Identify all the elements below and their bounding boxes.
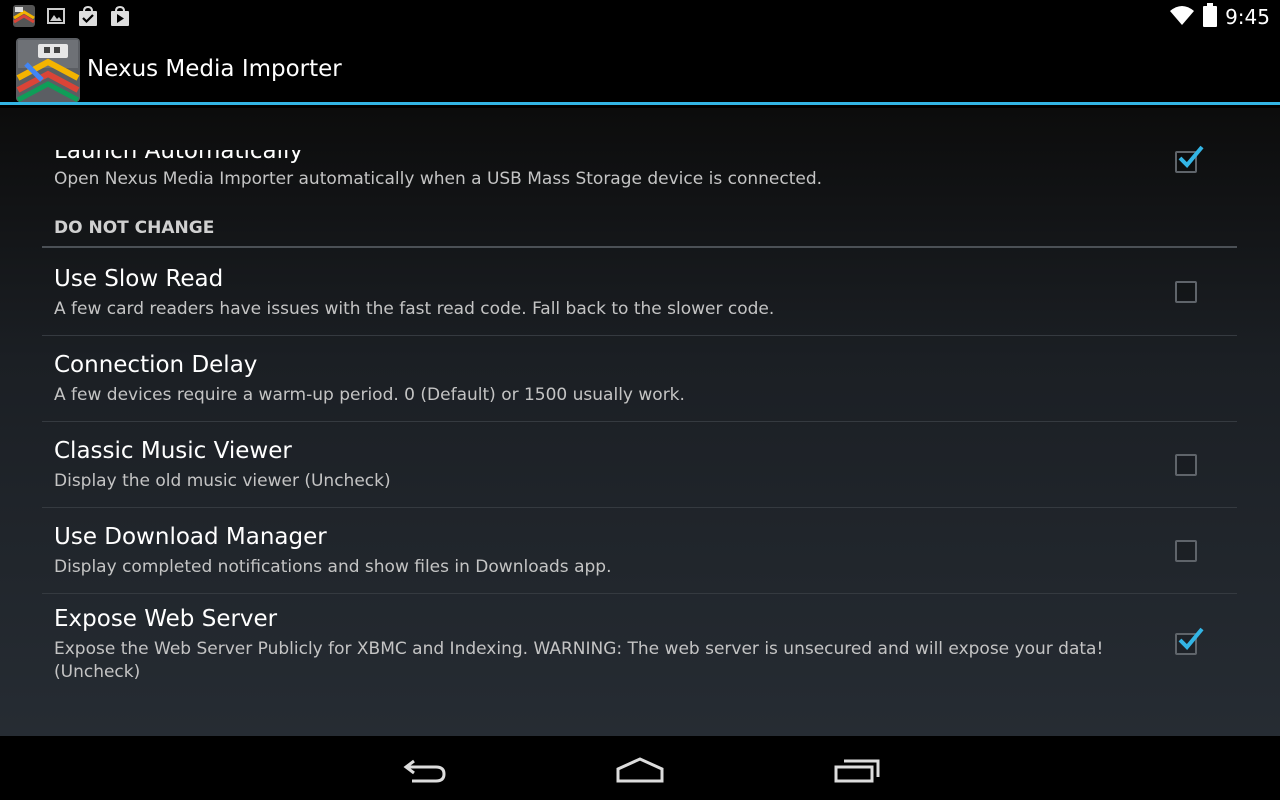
pref-summary: Expose the Web Server Publicly for XBMC … (54, 639, 1104, 682)
pref-title: Use Slow Read (54, 266, 224, 292)
pref-title: Launch Automatically (54, 138, 304, 164)
pref-title: Connection Delay (54, 352, 258, 378)
pref-use-slow-read[interactable]: Use Slow Read A few card readers have is… (42, 248, 1237, 336)
pref-title: Use Download Manager (54, 524, 327, 550)
play-store-icon[interactable] (108, 4, 132, 28)
pref-summary: Display the old music viewer (Uncheck) (54, 471, 391, 491)
expose-web-server-checkbox[interactable] (1175, 627, 1204, 655)
action-bar: Nexus Media Importer (0, 33, 1280, 105)
wifi-icon (1169, 4, 1195, 30)
preferences-screen[interactable]: Launch Automatically Open Nexus Media Im… (0, 108, 1280, 736)
category-header: DO NOT CHANGE (42, 208, 1237, 248)
pref-expose-web-server[interactable]: Expose Web Server Expose the Web Server … (42, 594, 1237, 704)
pref-summary: A few devices require a warm-up period. … (54, 385, 685, 405)
image-icon[interactable] (44, 4, 68, 28)
pref-launch-automatically[interactable]: Launch Automatically Open Nexus Media Im… (42, 108, 1237, 208)
home-icon[interactable] (610, 752, 670, 788)
system-indicators: 9:45 (1169, 3, 1270, 31)
classic-music-viewer-checkbox[interactable] (1175, 454, 1197, 476)
pref-title: Expose Web Server (54, 606, 278, 632)
notification-icons (12, 4, 132, 28)
back-icon[interactable] (394, 752, 454, 788)
pref-summary: Open Nexus Media Importer automatically … (54, 169, 823, 189)
category-label: DO NOT CHANGE (54, 218, 215, 238)
use-slow-read-checkbox[interactable] (1175, 281, 1197, 303)
launch-automatically-checkbox[interactable] (1175, 145, 1204, 173)
pref-use-download-manager[interactable]: Use Download Manager Display completed n… (42, 508, 1237, 594)
pref-summary: A few card readers have issues with the … (54, 299, 775, 319)
shopping-bag-icon[interactable] (76, 4, 100, 28)
app-notification-icon[interactable] (12, 4, 36, 28)
navigation-bar (0, 736, 1280, 800)
pref-classic-music-viewer[interactable]: Classic Music Viewer Display the old mus… (42, 422, 1237, 508)
use-download-manager-checkbox[interactable] (1175, 540, 1197, 562)
pref-connection-delay[interactable]: Connection Delay A few devices require a… (42, 336, 1237, 422)
preference-list: Launch Automatically Open Nexus Media Im… (42, 108, 1237, 704)
pref-title: Classic Music Viewer (54, 438, 292, 464)
nexus-media-importer-app-icon[interactable] (16, 38, 80, 103)
pref-summary: Display completed notifications and show… (54, 557, 612, 577)
app-title: Nexus Media Importer (87, 56, 342, 82)
clock: 9:45 (1225, 5, 1270, 29)
battery-icon (1203, 3, 1218, 31)
status-bar: 9:45 (0, 0, 1280, 33)
recent-apps-icon[interactable] (826, 752, 886, 788)
